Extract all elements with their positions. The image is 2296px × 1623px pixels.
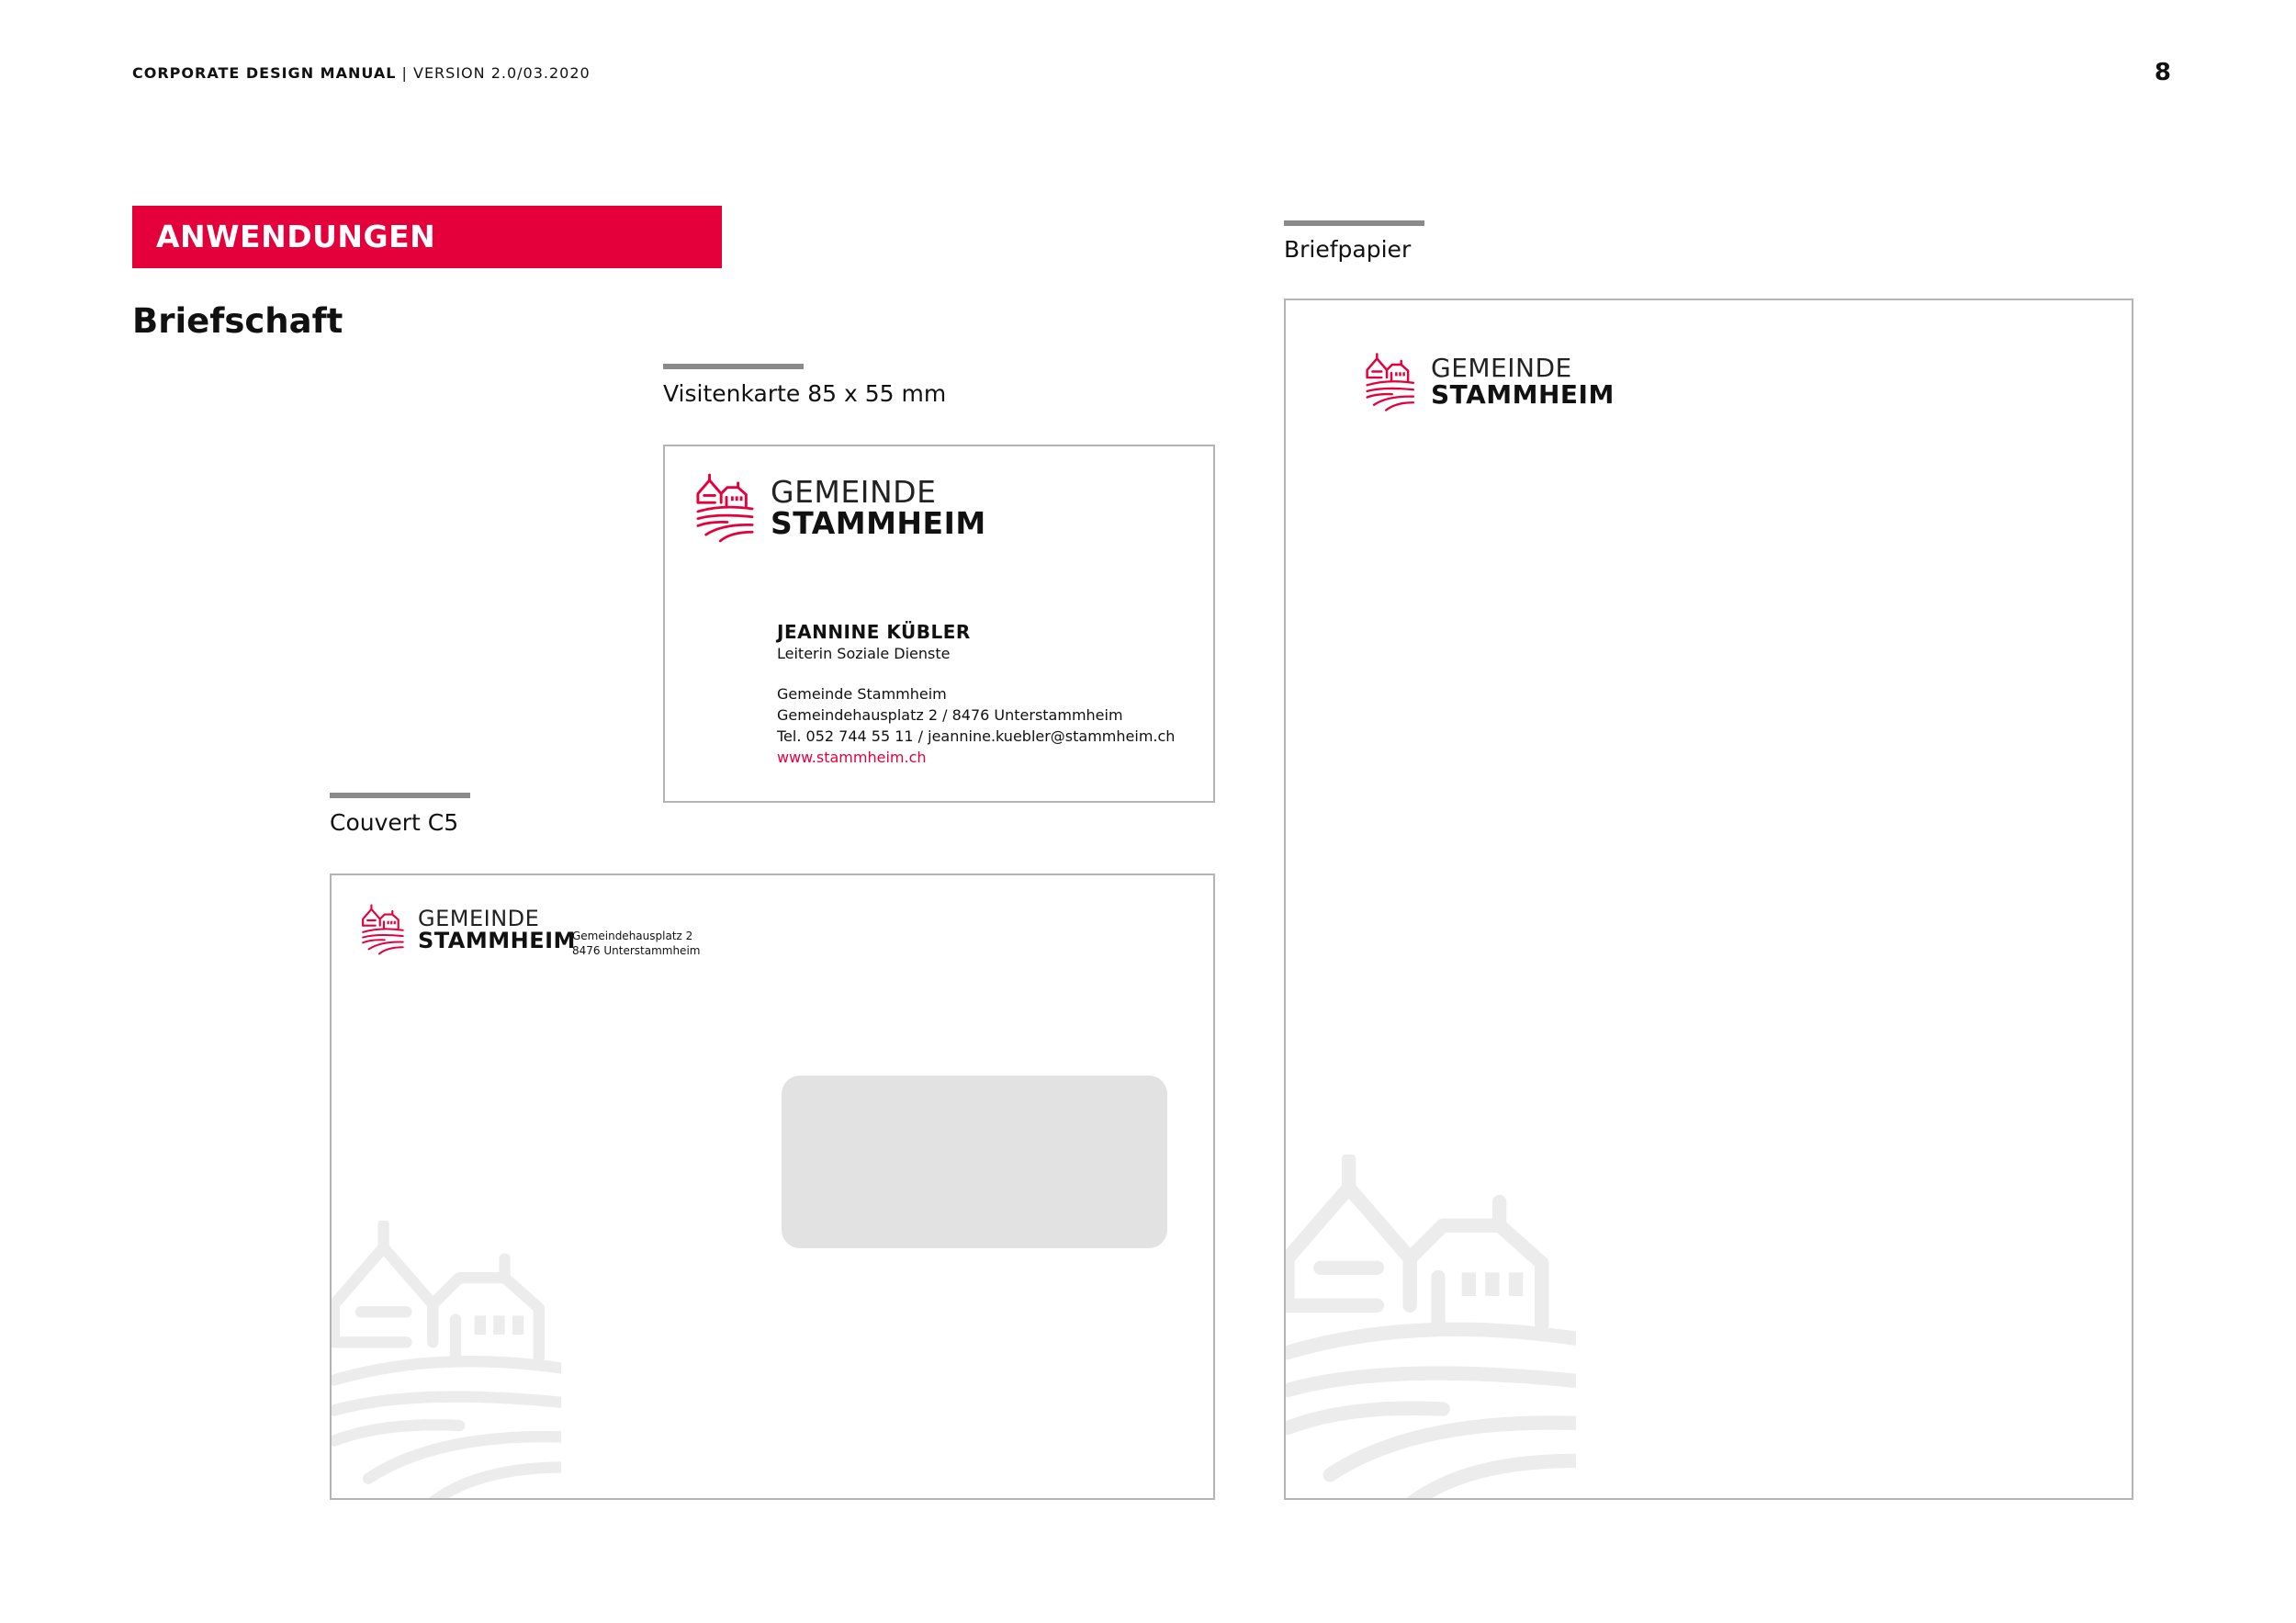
- logo-line-2: STAMMHEIM: [771, 505, 986, 541]
- card-person-role: Leiterin Soziale Dienste: [777, 645, 951, 662]
- castle-vineyard-icon: [1365, 352, 1418, 412]
- card-website: www.stammheim.ch: [777, 749, 927, 766]
- running-header: CORPORATE DESIGN MANUAL | VERSION 2.0/03…: [132, 64, 591, 82]
- castle-vineyard-icon: [361, 903, 407, 956]
- logo-line-1: GEMEINDE: [771, 474, 937, 511]
- section-banner: ANWENDUNGEN: [132, 206, 722, 268]
- letterhead-caption: Briefpapier: [1284, 236, 1412, 263]
- envelope-address-window: [782, 1076, 1167, 1248]
- section-subtitle: Briefschaft: [132, 301, 343, 341]
- castle-watermark-icon: [332, 1221, 561, 1500]
- logo: GEMEINDE STAMMHEIM: [695, 472, 986, 544]
- caption-rule: [330, 793, 470, 798]
- logo-line-2: STAMMHEIM: [1431, 379, 1615, 410]
- card-contact: Tel. 052 744 55 11 / jeannine.kuebler@st…: [777, 727, 1176, 745]
- caption-rule: [1284, 220, 1424, 226]
- letterhead-mockup: GEMEINDE STAMMHEIM: [1284, 299, 2133, 1500]
- logo: GEMEINDE STAMMHEIM: [361, 903, 576, 956]
- page-number: 8: [2154, 59, 2171, 86]
- business-card-caption: Visitenkarte 85 x 55 mm: [663, 380, 947, 407]
- logo: GEMEINDE STAMMHEIM: [1365, 352, 1615, 412]
- caption-rule: [663, 364, 804, 369]
- manual-version: | VERSION 2.0/03.2020: [401, 64, 591, 82]
- business-card-mockup: GEMEINDE STAMMHEIM JEANNINE KÜBLER Leite…: [663, 445, 1215, 803]
- envelope-caption: Couvert C5: [330, 809, 459, 836]
- envelope-address-line-2: 8476 Unterstammheim: [572, 944, 701, 957]
- card-address: Gemeindehausplatz 2 / 8476 Unterstammhei…: [777, 706, 1123, 724]
- castle-vineyard-icon: [695, 472, 758, 544]
- logo-line-2: STAMMHEIM: [418, 928, 576, 953]
- envelope-mockup: GEMEINDE STAMMHEIM Gemeindehausplatz 2 8…: [330, 873, 1215, 1500]
- manual-title: CORPORATE DESIGN MANUAL: [132, 64, 397, 82]
- envelope-sender-address: Gemeindehausplatz 2 8476 Unterstammheim: [572, 929, 700, 958]
- castle-watermark-icon: [1286, 1155, 1576, 1500]
- card-person-name: JEANNINE KÜBLER: [777, 621, 971, 643]
- envelope-address-line-1: Gemeindehausplatz 2: [572, 930, 693, 942]
- logo-line-1: GEMEINDE: [1431, 353, 1572, 384]
- logo-line-1: GEMEINDE: [418, 905, 540, 931]
- card-organisation: Gemeinde Stammheim: [777, 685, 947, 703]
